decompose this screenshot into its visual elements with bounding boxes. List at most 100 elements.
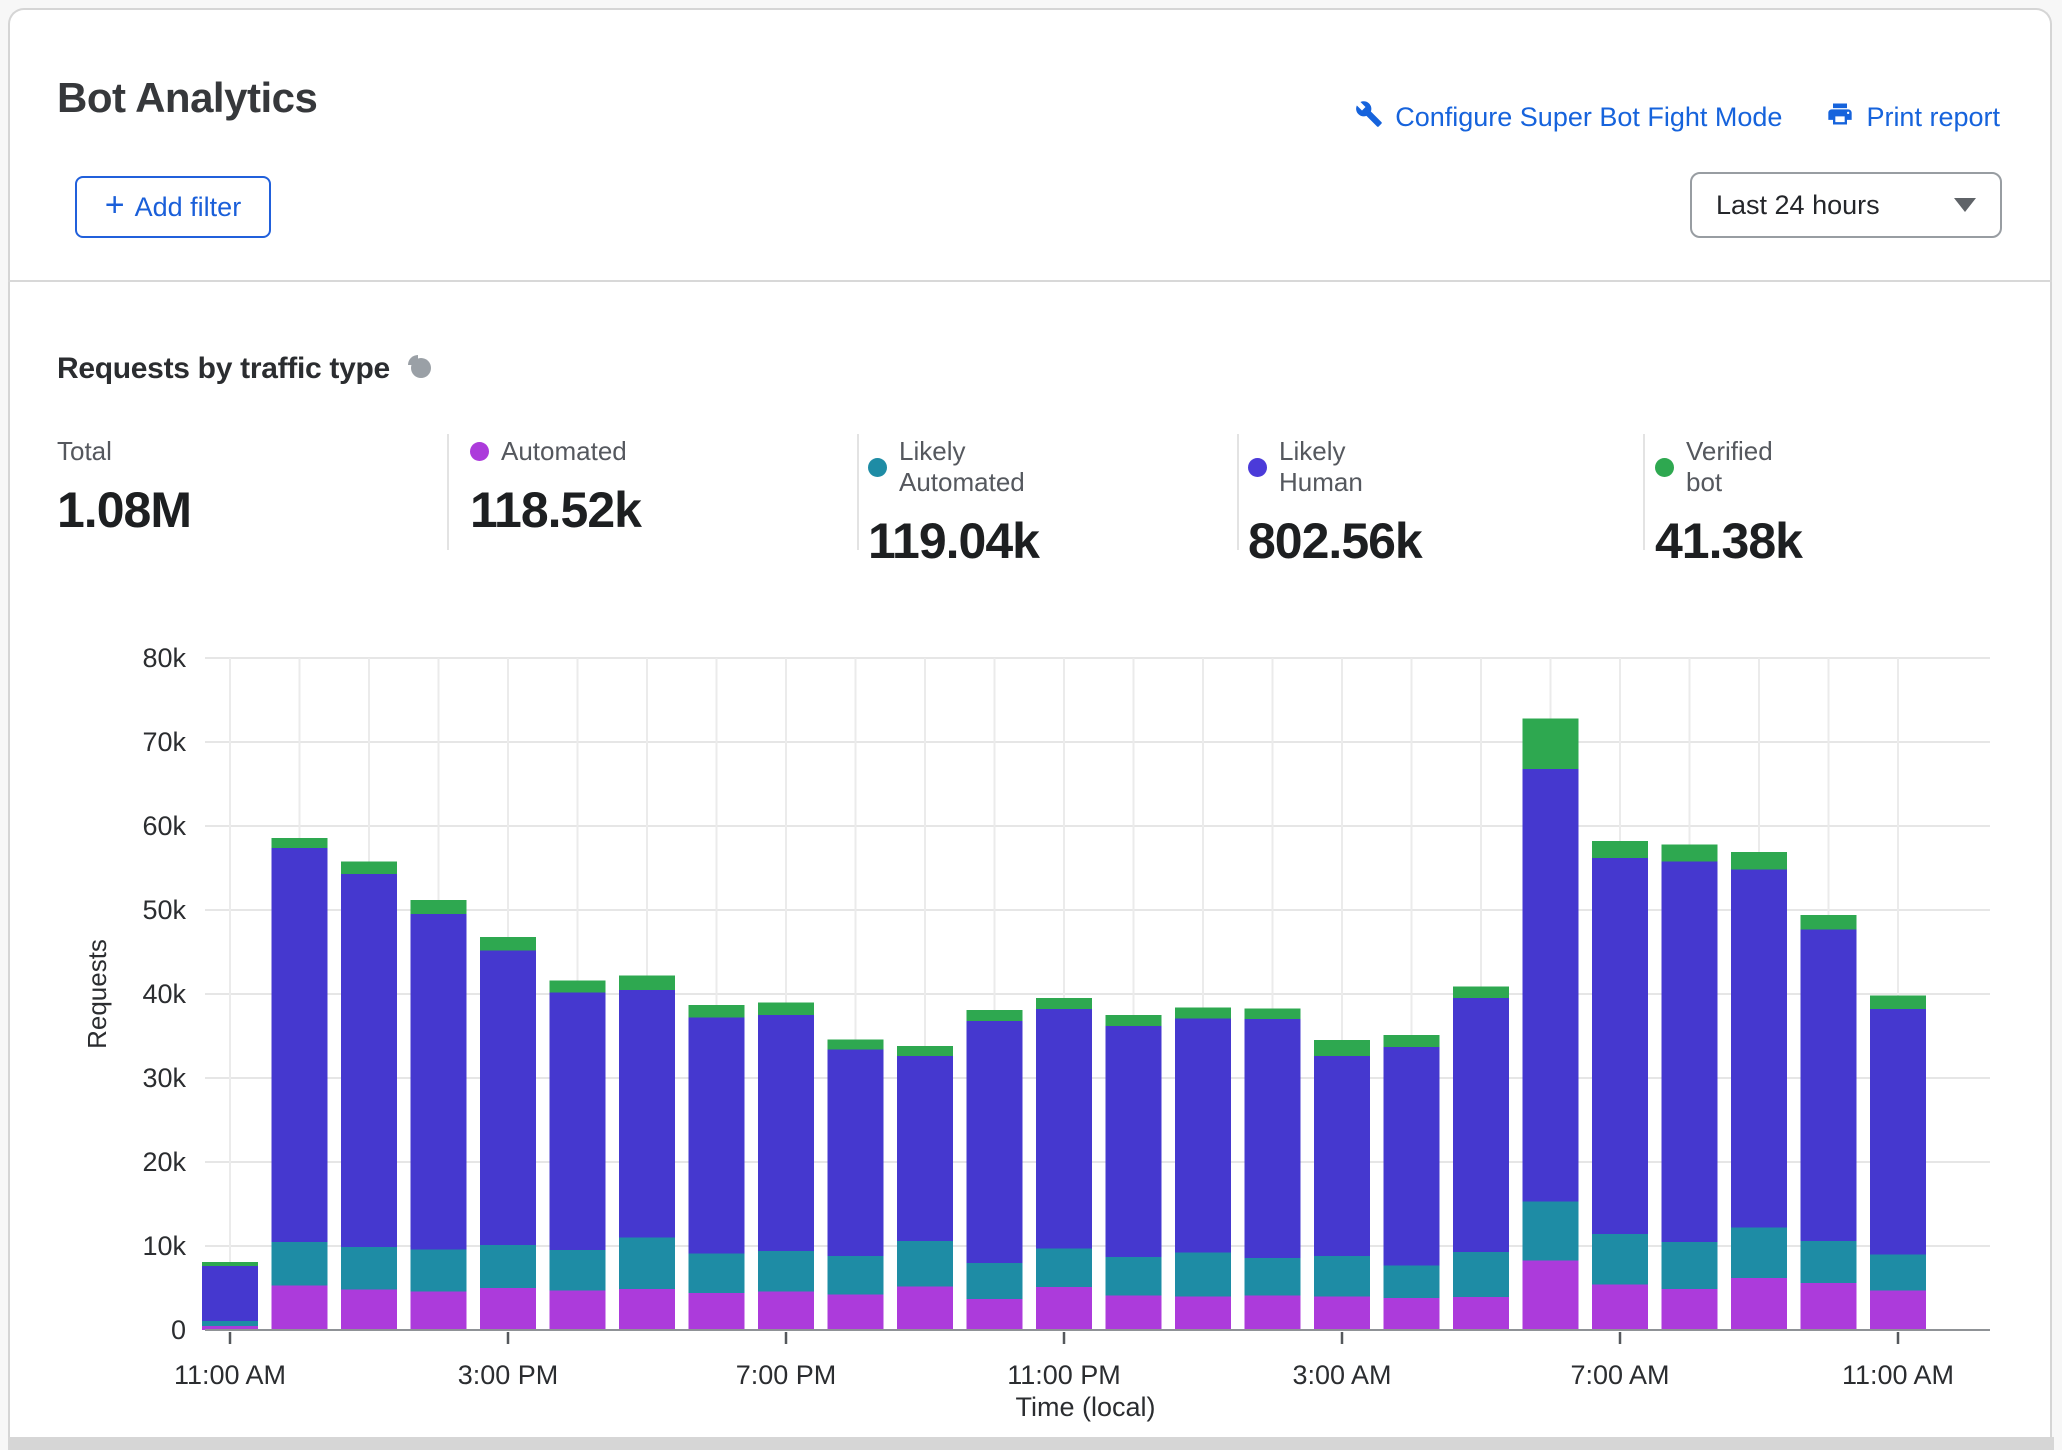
bar-segment-automated[interactable]	[411, 1291, 467, 1330]
bar-segment-verified-bot[interactable]	[1870, 996, 1926, 1009]
bar-segment-likely-human[interactable]	[1870, 1009, 1926, 1254]
bar-segment-likely-human[interactable]	[202, 1266, 258, 1321]
bar-segment-likely-automated[interactable]	[1106, 1257, 1162, 1296]
bar-segment-verified-bot[interactable]	[619, 976, 675, 990]
bar-segment-likely-human[interactable]	[1453, 998, 1509, 1252]
bar-segment-verified-bot[interactable]	[689, 1005, 745, 1018]
bar-segment-likely-human[interactable]	[897, 1056, 953, 1241]
bar-segment-verified-bot[interactable]	[480, 937, 536, 950]
bar-segment-verified-bot[interactable]	[272, 838, 328, 848]
bar-segment-verified-bot[interactable]	[1592, 841, 1648, 858]
bar-segment-likely-automated[interactable]	[1175, 1253, 1231, 1297]
bar-segment-likely-human[interactable]	[1314, 1056, 1370, 1256]
bar-segment-automated[interactable]	[202, 1326, 258, 1330]
bar-segment-likely-automated[interactable]	[1453, 1252, 1509, 1297]
bar-segment-automated[interactable]	[1036, 1287, 1092, 1330]
bar-segment-likely-automated[interactable]	[758, 1251, 814, 1291]
bar-segment-likely-human[interactable]	[1175, 1018, 1231, 1252]
bar-segment-likely-human[interactable]	[828, 1049, 884, 1256]
bar-segment-verified-bot[interactable]	[1801, 915, 1857, 929]
bar-segment-automated[interactable]	[1175, 1296, 1231, 1330]
bar-segment-likely-human[interactable]	[480, 950, 536, 1245]
bar-segment-automated[interactable]	[480, 1288, 536, 1330]
bar-segment-verified-bot[interactable]	[202, 1262, 258, 1266]
bar-segment-likely-automated[interactable]	[1036, 1249, 1092, 1288]
bar-segment-likely-human[interactable]	[411, 914, 467, 1249]
bar-segment-automated[interactable]	[828, 1295, 884, 1330]
bar-segment-verified-bot[interactable]	[1731, 852, 1787, 870]
bar-segment-verified-bot[interactable]	[1662, 844, 1718, 861]
bar-segment-likely-automated[interactable]	[1245, 1258, 1301, 1296]
bar-segment-likely-automated[interactable]	[1662, 1242, 1718, 1289]
bar-segment-likely-human[interactable]	[1801, 929, 1857, 1241]
bar-segment-verified-bot[interactable]	[1245, 1008, 1301, 1019]
bar-segment-verified-bot[interactable]	[758, 1002, 814, 1015]
bar-segment-automated[interactable]	[967, 1299, 1023, 1330]
bar-segment-likely-human[interactable]	[1662, 861, 1718, 1242]
bar-segment-automated[interactable]	[689, 1293, 745, 1330]
bar-segment-automated[interactable]	[1870, 1291, 1926, 1330]
bar-segment-verified-bot[interactable]	[1036, 998, 1092, 1009]
bar-segment-automated[interactable]	[272, 1285, 328, 1330]
bar-segment-verified-bot[interactable]	[828, 1039, 884, 1049]
bar-segment-likely-automated[interactable]	[1384, 1265, 1440, 1298]
bar-segment-likely-human[interactable]	[341, 874, 397, 1247]
bar-segment-automated[interactable]	[1731, 1278, 1787, 1330]
bar-segment-likely-human[interactable]	[550, 992, 606, 1250]
time-range-select[interactable]: Last 24 hours	[1690, 172, 2002, 238]
bar-segment-likely-human[interactable]	[1523, 769, 1579, 1202]
bar-segment-likely-automated[interactable]	[341, 1247, 397, 1290]
bar-segment-automated[interactable]	[1245, 1296, 1301, 1330]
bar-segment-likely-automated[interactable]	[1801, 1241, 1857, 1283]
bar-segment-likely-automated[interactable]	[967, 1263, 1023, 1299]
bar-segment-likely-automated[interactable]	[689, 1254, 745, 1293]
bar-segment-likely-automated[interactable]	[828, 1256, 884, 1295]
print-report-link[interactable]: Print report	[1826, 100, 2000, 135]
bar-segment-verified-bot[interactable]	[341, 861, 397, 874]
bar-segment-likely-human[interactable]	[1592, 858, 1648, 1234]
bar-segment-automated[interactable]	[1523, 1260, 1579, 1330]
bar-segment-likely-human[interactable]	[1106, 1026, 1162, 1257]
bar-segment-likely-human[interactable]	[1245, 1019, 1301, 1258]
configure-super-bot-fight-mode-link[interactable]: Configure Super Bot Fight Mode	[1355, 100, 1782, 135]
bar-segment-likely-automated[interactable]	[272, 1242, 328, 1286]
bar-segment-automated[interactable]	[1592, 1285, 1648, 1330]
bar-segment-automated[interactable]	[341, 1290, 397, 1330]
add-filter-button[interactable]: + Add filter	[75, 176, 271, 238]
bar-segment-verified-bot[interactable]	[967, 1010, 1023, 1021]
bar-segment-verified-bot[interactable]	[1384, 1035, 1440, 1047]
bar-segment-verified-bot[interactable]	[550, 981, 606, 993]
bar-segment-likely-human[interactable]	[1384, 1047, 1440, 1265]
bar-segment-automated[interactable]	[619, 1289, 675, 1330]
bar-segment-verified-bot[interactable]	[1523, 718, 1579, 768]
bar-segment-likely-automated[interactable]	[202, 1321, 258, 1326]
bar-segment-verified-bot[interactable]	[897, 1046, 953, 1056]
bar-segment-verified-bot[interactable]	[411, 900, 467, 914]
bar-segment-likely-automated[interactable]	[1592, 1234, 1648, 1284]
bar-segment-likely-automated[interactable]	[1314, 1256, 1370, 1296]
bar-segment-likely-human[interactable]	[619, 990, 675, 1238]
bar-segment-likely-automated[interactable]	[619, 1238, 675, 1289]
bar-segment-likely-human[interactable]	[1036, 1009, 1092, 1248]
bar-segment-likely-human[interactable]	[689, 1018, 745, 1254]
bar-segment-likely-automated[interactable]	[550, 1250, 606, 1290]
bar-segment-automated[interactable]	[1453, 1297, 1509, 1330]
bar-segment-likely-human[interactable]	[967, 1021, 1023, 1263]
bar-segment-verified-bot[interactable]	[1106, 1015, 1162, 1026]
bar-segment-likely-automated[interactable]	[411, 1249, 467, 1291]
bar-segment-automated[interactable]	[1662, 1289, 1718, 1330]
bar-segment-likely-human[interactable]	[272, 848, 328, 1242]
bar-segment-likely-automated[interactable]	[1870, 1254, 1926, 1290]
bar-segment-verified-bot[interactable]	[1453, 986, 1509, 998]
bar-segment-automated[interactable]	[550, 1291, 606, 1330]
bar-segment-verified-bot[interactable]	[1175, 1007, 1231, 1018]
bar-segment-likely-human[interactable]	[758, 1015, 814, 1251]
bar-segment-likely-automated[interactable]	[480, 1245, 536, 1288]
bar-segment-automated[interactable]	[1314, 1296, 1370, 1330]
bar-segment-verified-bot[interactable]	[1314, 1040, 1370, 1056]
bar-segment-likely-automated[interactable]	[897, 1241, 953, 1286]
bar-segment-likely-automated[interactable]	[1731, 1228, 1787, 1278]
bar-segment-automated[interactable]	[1801, 1283, 1857, 1330]
bar-segment-automated[interactable]	[897, 1286, 953, 1330]
bar-segment-automated[interactable]	[1384, 1298, 1440, 1330]
